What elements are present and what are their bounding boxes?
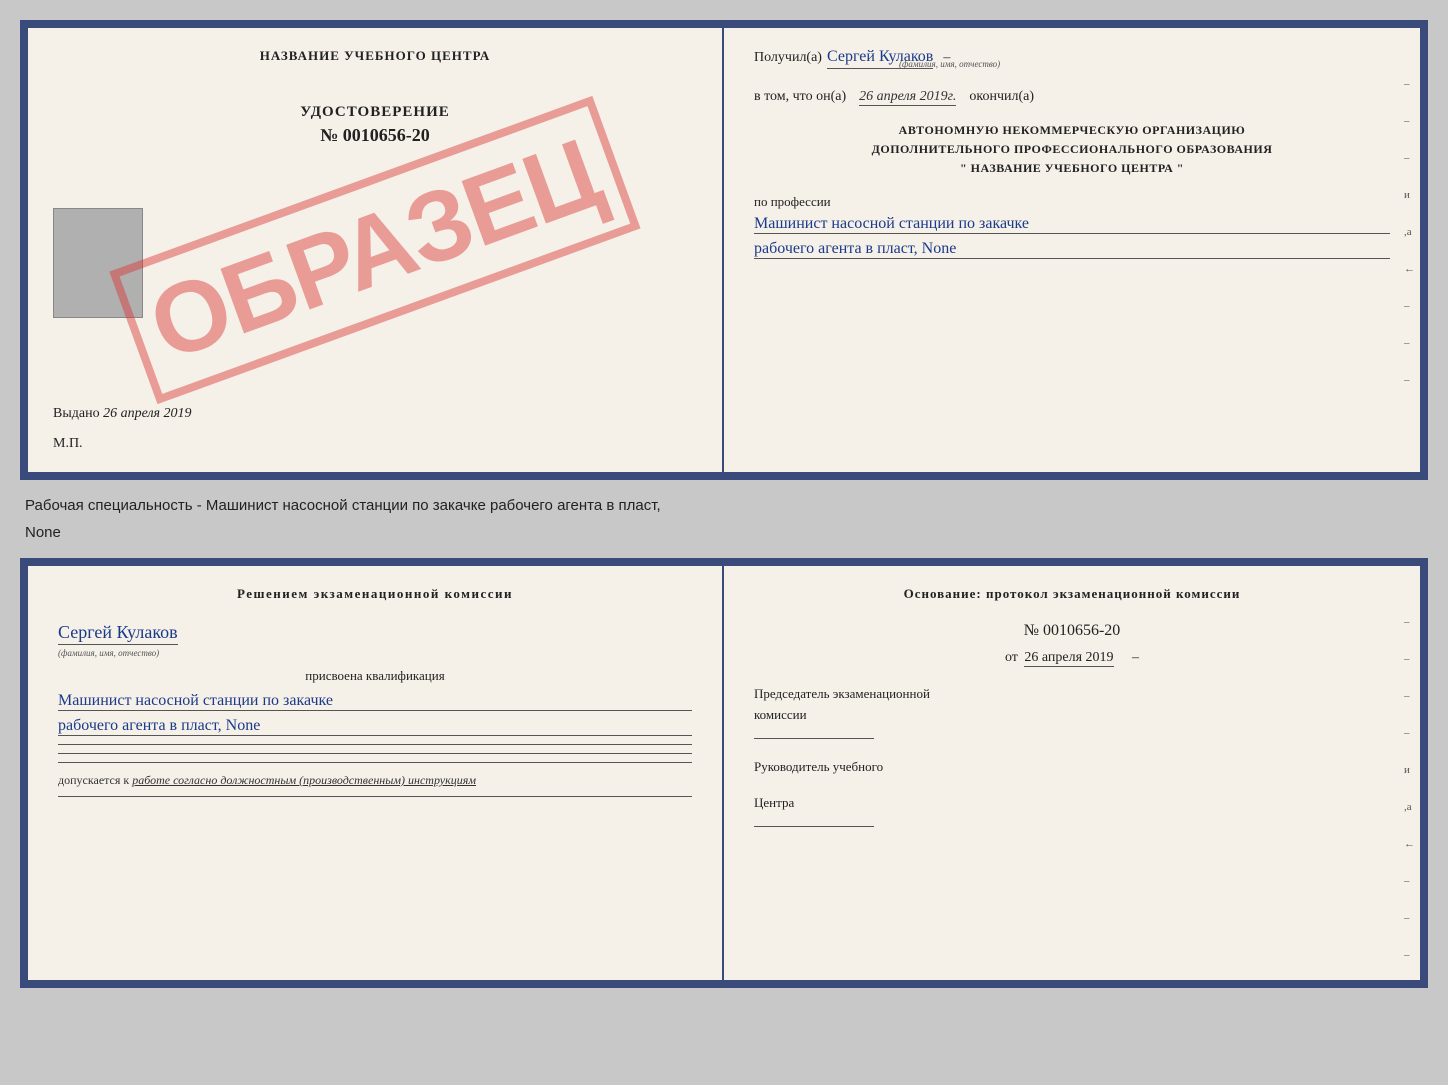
okonchil-label: окончил(а) bbox=[969, 89, 1034, 105]
vydano-date: 26 апреля 2019 bbox=[103, 406, 191, 421]
underline4 bbox=[58, 796, 692, 797]
org-block: АВТОНОМНУЮ НЕКОММЕРЧЕСКУЮ ОРГАНИЗАЦИЮ ДО… bbox=[754, 121, 1390, 179]
vydano-line: Выдано 26 апреля 2019 bbox=[53, 406, 192, 422]
bottom-name-line: Сергей Кулаков bbox=[58, 622, 692, 643]
familiya-hint: (фамилия, имя, отчество) bbox=[899, 59, 1000, 69]
doc-number: № 0010656-20 bbox=[320, 125, 430, 146]
side-marks-top: – – – и ,а ← – – – bbox=[1404, 78, 1415, 386]
predsedatel-line1: Председатель экзаменационной bbox=[754, 686, 1390, 702]
center-title: НАЗВАНИЕ УЧЕБНОГО ЦЕНТРА bbox=[260, 48, 491, 64]
protocol-date-value: 26 апреля 2019 bbox=[1024, 650, 1113, 667]
vtom-date: 26 апреля 2019г. bbox=[859, 89, 956, 106]
underline3 bbox=[58, 762, 692, 763]
mp-line: М.П. bbox=[53, 436, 83, 452]
document-top: НАЗВАНИЕ УЧЕБНОГО ЦЕНТРА УДОСТОВЕРЕНИЕ №… bbox=[20, 20, 1428, 480]
org-line2: ДОПОЛНИТЕЛЬНОГО ПРОФЕССИОНАЛЬНОГО ОБРАЗО… bbox=[754, 140, 1390, 159]
org-line3: " НАЗВАНИЕ УЧЕБНОГО ЦЕНТРА " bbox=[754, 159, 1390, 178]
rukovoditel-line1: Руководитель учебного bbox=[754, 759, 1390, 775]
doc-bottom-right: Основание: протокол экзаменационной коми… bbox=[724, 566, 1420, 980]
profession-line1: Машинист насосной станции по закачке bbox=[754, 215, 1390, 234]
bottom-familiya-hint: (фамилия, имя, отчество) bbox=[58, 648, 692, 658]
info-text: Рабочая специальность - Машинист насосно… bbox=[25, 492, 1423, 519]
udostoverenie-block: УДОСТОВЕРЕНИЕ № 0010656-20 bbox=[300, 104, 450, 146]
predsedatel-line2: комиссии bbox=[754, 707, 1390, 723]
protocol-date: от 26 апреля 2019 – bbox=[754, 650, 1390, 666]
profession-line2: рабочего агента в пласт, None bbox=[754, 240, 1390, 259]
doc-left: НАЗВАНИЕ УЧЕБНОГО ЦЕНТРА УДОСТОВЕРЕНИЕ №… bbox=[28, 28, 724, 472]
bottom-name: Сергей Кулаков bbox=[58, 622, 178, 645]
dopuskaetsya-block: допускается к работе согласно должностны… bbox=[58, 773, 692, 788]
photo-placeholder bbox=[53, 208, 143, 318]
poluchil-label: Получил(а) bbox=[754, 50, 822, 66]
prisvoyena-text: присвоена квалификация bbox=[58, 668, 692, 684]
vtom-label: в том, что он(а) bbox=[754, 89, 846, 105]
doc-bottom-left: Решением экзаменационной комиссии Сергей… bbox=[28, 566, 724, 980]
dopuskaetsya-label: допускается к bbox=[58, 773, 129, 787]
org-line1: АВТОНОМНУЮ НЕКОММЕРЧЕСКУЮ ОРГАНИЗАЦИЮ bbox=[754, 121, 1390, 140]
qual-line1: Машинист насосной станции по закачке bbox=[58, 692, 692, 711]
dopuskaetsya-value: работе согласно должностным (производств… bbox=[132, 773, 476, 787]
underline1 bbox=[58, 744, 692, 745]
protocol-date-prefix: от bbox=[1005, 650, 1018, 665]
page-container: НАЗВАНИЕ УЧЕБНОГО ЦЕНТРА УДОСТОВЕРЕНИЕ №… bbox=[20, 20, 1428, 988]
info-text-block: Рабочая специальность - Машинист насосно… bbox=[20, 490, 1428, 548]
osnovanie-text: Основание: протокол экзаменационной коми… bbox=[754, 586, 1390, 602]
udostoverenie-text: УДОСТОВЕРЕНИЕ bbox=[300, 104, 450, 121]
predsedatel-sign-line bbox=[754, 738, 874, 739]
resheniem-text: Решением экзаменационной комиссии bbox=[58, 586, 692, 602]
underline2 bbox=[58, 753, 692, 754]
info-text2: None bbox=[25, 519, 1423, 546]
rukovoditel-sign-line bbox=[754, 826, 874, 827]
doc-right: Получил(а) Сергей Кулаков – (фамилия, им… bbox=[724, 28, 1420, 472]
vtom-line: в том, что он(а) 26 апреля 2019г. окончи… bbox=[754, 89, 1390, 106]
po-professii: по профессии bbox=[754, 194, 1390, 210]
poluchil-line: Получил(а) Сергей Кулаков – (фамилия, им… bbox=[754, 48, 1390, 69]
protocol-number: № 0010656-20 bbox=[754, 622, 1390, 640]
rukovoditel-line2: Центра bbox=[754, 795, 1390, 811]
side-marks-bottom: – – – – и ,а ← – – – – bbox=[1404, 616, 1415, 988]
document-bottom: Решением экзаменационной комиссии Сергей… bbox=[20, 558, 1428, 988]
qual-line2: рабочего агента в пласт, None bbox=[58, 717, 692, 736]
vydano-label: Выдано bbox=[53, 406, 100, 421]
